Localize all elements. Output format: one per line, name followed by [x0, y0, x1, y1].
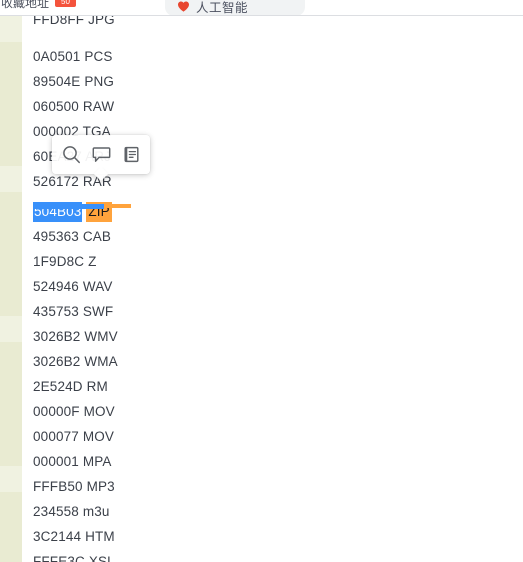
signature-hex: 000077	[33, 429, 79, 444]
bookmark-count-badge: 50	[55, 0, 76, 7]
file-extension: PCS	[84, 49, 113, 64]
signature-hex: 00000F	[33, 404, 80, 419]
file-extension: MP3	[86, 479, 115, 494]
signature-hex: 524946	[33, 279, 79, 294]
screenshot-root: FFD8FF JPG 0A0501 PCS 89504E PNG 060500 RAW…	[0, 0, 523, 562]
list-item[interactable]: 1F9D8C Z	[33, 249, 96, 274]
list-item[interactable]: 3C2144 HTM	[33, 524, 115, 549]
comment-button[interactable]	[88, 142, 114, 168]
file-extension: RAW	[82, 99, 115, 114]
selection-highlight-continuation	[33, 204, 104, 209]
list-item[interactable]: 0A0501 PCS	[33, 44, 113, 69]
red-heart-icon	[177, 0, 190, 13]
list-item[interactable]: 3026B2 WMV	[33, 324, 118, 349]
browser-top-strip: 收藏地址 50 人工智能	[0, 0, 523, 16]
list-item[interactable]: FFFE3C XSL	[33, 549, 115, 562]
list-item[interactable]: 495363 CAB	[33, 224, 111, 249]
file-extension: MPA	[82, 454, 112, 469]
page-left-margin-band	[0, 16, 22, 562]
file-extension: PNG	[84, 74, 115, 89]
file-signature-list[interactable]: FFD8FF JPG 0A0501 PCS 89504E PNG 060500 RAW…	[22, 12, 523, 562]
signature-hex: 3026B2	[33, 329, 81, 344]
list-item[interactable]: 89504E PNG	[33, 69, 114, 94]
file-extension: WMV	[84, 329, 118, 344]
search-icon	[62, 145, 81, 164]
list-item[interactable]: FFFB50 MP3	[33, 474, 115, 499]
file-extension: WMA	[84, 354, 118, 369]
file-extension: SWF	[82, 304, 114, 319]
signature-hex: 3C2144	[33, 529, 82, 544]
list-item[interactable]: 000001 MPA	[33, 449, 112, 474]
signature-hex: 0A0501	[33, 49, 81, 64]
file-extension: HTM	[85, 529, 115, 544]
signature-hex: 526172	[33, 174, 79, 189]
list-item[interactable]: 435753 SWF	[33, 299, 113, 324]
signature-hex: FFFB50	[33, 479, 83, 494]
list-item[interactable]: 234558 m3u	[33, 499, 110, 524]
file-extension: MOV	[83, 404, 115, 419]
signature-hex: 000001	[33, 454, 79, 469]
note-icon	[122, 145, 141, 164]
file-extension: MOV	[82, 429, 115, 444]
file-extension: Z	[88, 254, 97, 269]
signature-hex: 89504E	[33, 74, 81, 89]
file-extension: XSL	[88, 554, 115, 562]
comment-icon	[92, 145, 111, 164]
signature-hex: 495363	[33, 229, 79, 244]
signature-hex: 2E524D	[33, 379, 83, 394]
list-item[interactable]: 504B03 ZIP	[33, 199, 112, 224]
signature-hex: 1F9D8C	[33, 254, 85, 269]
file-extension: m3u	[82, 504, 110, 519]
file-extension: RM	[86, 379, 108, 394]
file-extension: CAB	[82, 229, 112, 244]
list-item[interactable]: 000077 MOV	[33, 424, 114, 449]
signature-hex: 435753	[33, 304, 79, 319]
selection-highlight-continuation-ext	[104, 204, 131, 208]
list-item[interactable]: 3026B2 WMA	[33, 349, 118, 374]
list-item[interactable]: 00000F MOV	[33, 399, 115, 424]
file-extension: WAV	[82, 279, 113, 294]
list-item[interactable]: 524946 WAV	[33, 274, 113, 299]
search-button[interactable]	[58, 142, 84, 168]
list-item[interactable]: 2E524D RM	[33, 374, 108, 399]
note-button[interactable]	[118, 142, 144, 168]
signature-hex: 060500	[33, 99, 79, 114]
signature-hex: 3026B2	[33, 354, 81, 369]
bookmark-bar-label[interactable]: 收藏地址	[1, 0, 49, 11]
browser-tab-title: 人工智能	[196, 1, 249, 15]
selection-popup-toolbar[interactable]	[52, 135, 150, 174]
list-item[interactable]: 060500 RAW	[33, 94, 114, 119]
signature-hex: FFFE3C	[33, 554, 85, 562]
signature-hex: 234558	[33, 504, 79, 519]
browser-tab-active[interactable]: 人工智能	[165, 0, 305, 15]
